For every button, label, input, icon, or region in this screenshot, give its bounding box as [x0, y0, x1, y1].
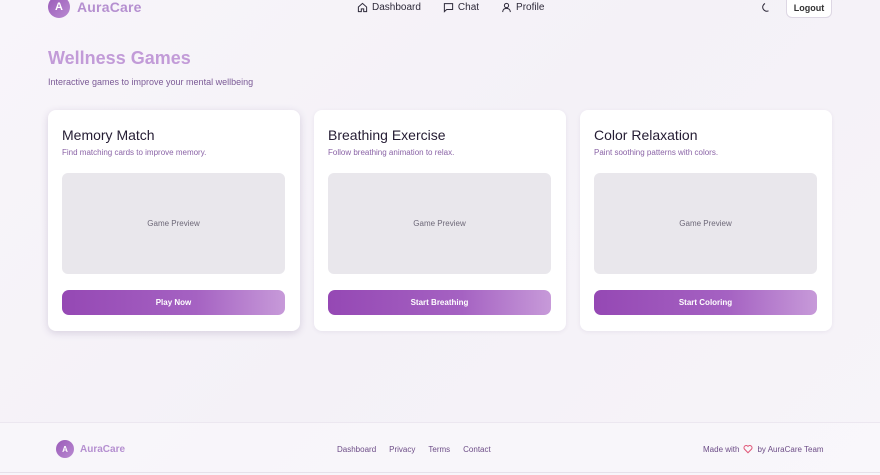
- page-subtitle: Interactive games to improve your mental…: [48, 77, 254, 87]
- nav-label-chat: Chat: [457, 2, 480, 13]
- bottom-divider: [0, 472, 880, 473]
- footer: A AuraCare Dashboard Privacy Terms Conta…: [0, 422, 880, 475]
- footer-brand-name: AuraCare: [80, 443, 126, 455]
- logout-button[interactable]: Logout: [786, 0, 832, 18]
- card-description: Follow breathing animation to relax.: [328, 148, 455, 157]
- made-with-suffix: by AuraCare Team: [757, 444, 824, 454]
- nav-item-dashboard[interactable]: Dashboard: [357, 2, 421, 13]
- brand-name: AuraCare: [77, 0, 142, 15]
- footer-link-dashboard[interactable]: Dashboard: [337, 445, 376, 454]
- card-description: Paint soothing patterns with colors.: [594, 148, 719, 157]
- game-preview: Game Preview: [328, 173, 551, 274]
- nav-item-profile[interactable]: Profile: [501, 2, 544, 13]
- card-title: Color Relaxation: [594, 127, 698, 143]
- card-description: Find matching cards to improve memory.: [62, 148, 207, 157]
- game-card-breathing-exercise: Breathing Exercise Follow breathing anim…: [314, 110, 566, 331]
- brand-logo: A: [48, 0, 70, 18]
- play-now-button[interactable]: Play Now: [62, 290, 285, 315]
- footer-link-terms[interactable]: Terms: [428, 445, 450, 454]
- nav-label-profile: Profile: [516, 2, 545, 13]
- nav-label-dashboard: Dashboard: [372, 2, 421, 13]
- game-preview-label: Game Preview: [413, 219, 466, 228]
- start-coloring-button[interactable]: Start Coloring: [594, 290, 817, 315]
- main-nav: Dashboard Chat Profile: [357, 2, 544, 13]
- top-header: A AuraCare Dashboard Chat Profile Logout: [0, 0, 880, 18]
- footer-link-contact[interactable]: Contact: [463, 445, 491, 454]
- game-preview-label: Game Preview: [679, 219, 732, 228]
- card-title: Memory Match: [62, 127, 155, 143]
- game-card-memory-match: Memory Match Find matching cards to impr…: [48, 110, 300, 331]
- card-title: Breathing Exercise: [328, 127, 446, 143]
- moon-icon[interactable]: [760, 2, 772, 14]
- game-card-color-relaxation: Color Relaxation Paint soothing patterns…: [580, 110, 832, 331]
- brand[interactable]: A AuraCare: [48, 0, 142, 18]
- made-with-credit: Made with by AuraCare Team: [703, 444, 824, 454]
- game-preview: Game Preview: [62, 173, 285, 274]
- user-icon: [502, 2, 511, 13]
- page-title: Wellness Games: [48, 48, 191, 68]
- footer-links: Dashboard Privacy Terms Contact: [337, 445, 491, 454]
- game-preview-label: Game Preview: [147, 219, 200, 228]
- heart-icon: [743, 444, 753, 454]
- game-preview: Game Preview: [594, 173, 817, 274]
- footer-logo: A: [56, 440, 74, 458]
- footer-link-privacy[interactable]: Privacy: [389, 445, 415, 454]
- home-icon: [357, 2, 368, 13]
- start-breathing-button[interactable]: Start Breathing: [328, 290, 551, 315]
- chat-icon: [443, 3, 454, 13]
- footer-brand[interactable]: A AuraCare: [56, 440, 125, 458]
- made-with-prefix: Made with: [703, 444, 740, 454]
- nav-item-chat[interactable]: Chat: [443, 2, 479, 13]
